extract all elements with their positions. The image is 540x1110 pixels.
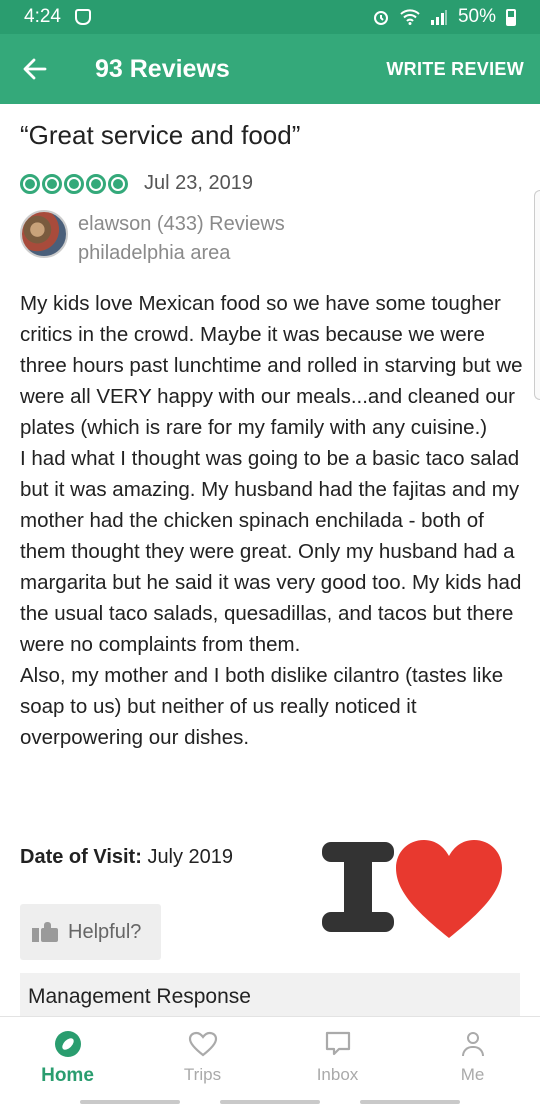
nav-inbox[interactable]: Inbox <box>270 1017 405 1110</box>
scrollbar[interactable] <box>534 190 540 400</box>
review-paragraph: I had what I thought was going to be a b… <box>20 447 522 656</box>
app-bar: 93 Reviews WRITE REVIEW <box>0 34 540 104</box>
review-paragraph: Also, my mother and I both dislike cilan… <box>20 664 504 749</box>
rating-bubble-icon <box>64 173 84 194</box>
helpful-button[interactable]: Helpful? <box>20 904 161 960</box>
visit-label: Date of Visit: <box>20 846 142 868</box>
reviewer-info: elawson (433) Reviews philadelphia area <box>78 210 285 268</box>
helpful-label: Helpful? <box>68 920 142 943</box>
rating-row: Jul 23, 2019 <box>20 172 253 195</box>
review-content[interactable]: “Great service and food” Jul 23, 2019 el… <box>0 104 540 1016</box>
status-bar: 4:24 50% <box>0 0 540 34</box>
visit-value: July 2019 <box>147 846 234 868</box>
back-button[interactable] <box>0 34 70 104</box>
arrow-left-icon <box>23 58 47 80</box>
compass-icon <box>54 1031 81 1057</box>
nav-home[interactable]: Home <box>0 1017 135 1110</box>
person-icon <box>461 1032 484 1056</box>
reviewer-name[interactable]: elawson (433) Reviews <box>78 210 285 239</box>
nav-trips-label: Trips <box>183 1065 222 1084</box>
write-review-button[interactable]: WRITE REVIEW <box>386 59 524 80</box>
i-love-sticker <box>322 834 507 944</box>
avatar[interactable] <box>20 210 68 258</box>
management-response-label: Management Response <box>28 985 251 1008</box>
nav-inbox-label: Inbox <box>316 1065 359 1084</box>
shield-icon <box>74 9 91 25</box>
alarm-icon <box>373 11 388 25</box>
reviewer-location: philadelphia area <box>78 242 231 264</box>
nav-trips[interactable]: Trips <box>135 1017 270 1110</box>
nav-home-label: Home <box>41 1065 94 1086</box>
rating-bubble-icon <box>86 173 106 194</box>
management-response[interactable]: Management Response <box>20 973 520 1016</box>
bottom-nav: Home Trips Inbox Me <box>0 1016 540 1110</box>
gesture-bar <box>0 1100 540 1104</box>
thumbs-up-icon <box>32 922 58 942</box>
battery-percent: 50% <box>457 6 496 27</box>
nav-me-label: Me <box>460 1065 485 1084</box>
rating-bubble-icon <box>20 173 40 194</box>
reviewer[interactable]: elawson (433) Reviews philadelphia area <box>20 210 285 268</box>
wifi-icon <box>400 9 420 25</box>
review-body: My kids love Mexican food so we have som… <box>20 288 525 753</box>
page-title: 93 Reviews <box>95 54 230 83</box>
battery-icon <box>506 8 516 26</box>
review-paragraph: My kids love Mexican food so we have som… <box>20 292 523 439</box>
letter-i-graphic <box>322 842 394 932</box>
status-time: 4:24 <box>24 6 61 27</box>
chat-icon <box>325 1031 350 1056</box>
rating-bubble-icon <box>108 173 128 194</box>
status-icons: 50% <box>372 6 516 28</box>
rating-bubble-icon <box>42 173 62 194</box>
heart-icon <box>396 840 502 938</box>
review-title: “Great service and food” <box>20 120 301 150</box>
nav-me[interactable]: Me <box>405 1017 540 1110</box>
review-date: Jul 23, 2019 <box>144 172 253 194</box>
heart-outline-icon <box>188 1031 217 1057</box>
date-of-visit: Date of Visit: July 2019 <box>20 846 233 869</box>
signal-icon <box>430 10 447 25</box>
